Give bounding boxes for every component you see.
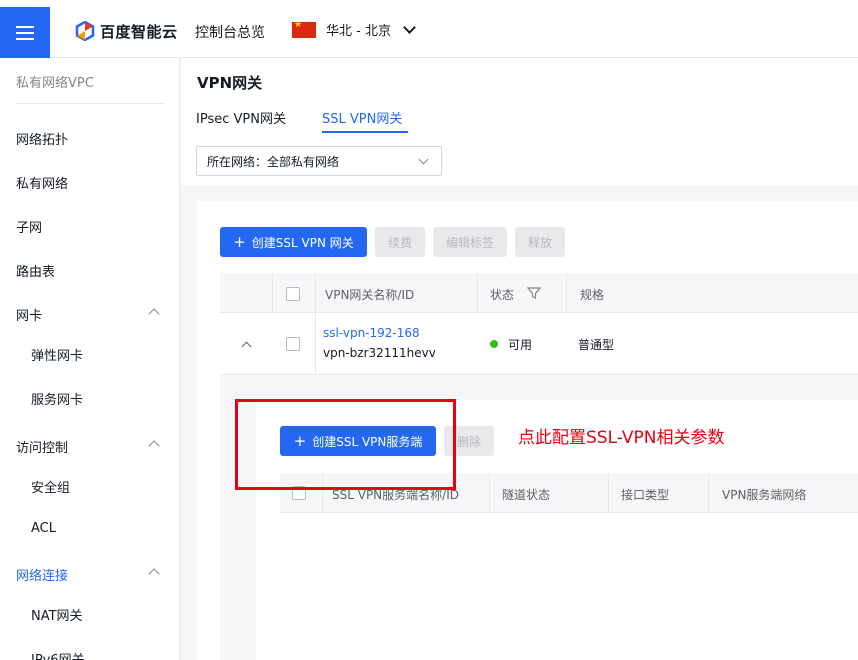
column-header-name: VPN网关名称/ID: [325, 288, 415, 302]
plus-icon: +: [233, 233, 246, 251]
sidebar-item-acl[interactable]: ACL: [31, 521, 56, 536]
region-selector[interactable]: 华北 - 北京: [292, 20, 416, 39]
sidebar-item-access-control[interactable]: 访问控制: [16, 437, 68, 456]
release-button[interactable]: 释放: [515, 227, 565, 257]
sidebar-item-nat-gateway[interactable]: NAT网关: [31, 605, 83, 624]
column-header-tunnel-status: 隧道状态: [502, 488, 551, 502]
table-row: ssl-vpn-192-168 vpn-bzr32111hevv 可用 普通型: [220, 313, 858, 375]
column-divider: [566, 273, 567, 313]
brand-name: 百度智能云: [100, 22, 178, 41]
sidebar-item-elastic-nic[interactable]: 弹性网卡: [31, 345, 83, 364]
select-all-checkbox[interactable]: [286, 287, 300, 301]
sidebar-item-subnet[interactable]: 子网: [16, 217, 42, 236]
sidebar-item-network-connection[interactable]: 网络连接: [16, 565, 68, 584]
gateway-spec: 普通型: [578, 338, 615, 352]
filter-icon[interactable]: [527, 286, 541, 300]
status-badge: 可用: [508, 338, 533, 352]
sidebar: 私有网络VPC 网络拓扑 私有网络 子网 路由表 网卡 弹性网卡 服务网卡 访问…: [0, 58, 180, 660]
sidebar-item-topology[interactable]: 网络拓扑: [16, 129, 68, 148]
column-header-status: 状态: [490, 288, 515, 302]
column-divider: [477, 273, 478, 313]
region-label: 华北 - 北京: [326, 24, 391, 39]
column-divider: [489, 473, 490, 513]
sidebar-item-service-nic[interactable]: 服务网卡: [31, 389, 83, 408]
collapse-row-icon[interactable]: [241, 341, 252, 352]
column-header-spec: 规格: [580, 288, 605, 302]
china-flag-icon: [292, 20, 316, 38]
column-divider: [708, 473, 709, 513]
sidebar-item-ipv6-gateway[interactable]: IPv6网关: [31, 649, 85, 660]
sidebar-title: 私有网络VPC: [16, 76, 94, 91]
gateway-name-link[interactable]: ssl-vpn-192-168: [323, 326, 420, 340]
network-filter-select[interactable]: 所在网络：全部私有网络: [196, 146, 442, 176]
column-divider: [608, 473, 609, 513]
sidebar-item-nic[interactable]: 网卡: [16, 305, 42, 324]
column-divider: [315, 313, 316, 375]
status-ok-icon: [490, 340, 498, 348]
annotation-text: 点此配置SSL-VPN相关参数: [518, 428, 725, 448]
column-header-interface-type: 接口类型: [621, 488, 670, 502]
sidebar-item-route-table[interactable]: 路由表: [16, 261, 55, 280]
page-title: VPN网关: [197, 74, 263, 92]
gateway-id: vpn-bzr32111hevv: [323, 346, 436, 360]
baidu-cloud-logo-icon: [75, 21, 95, 41]
highlight-box: [235, 399, 456, 490]
sidebar-item-vpc[interactable]: 私有网络: [16, 173, 68, 192]
hamburger-icon: [16, 25, 34, 40]
chevron-up-icon[interactable]: [148, 440, 160, 452]
column-divider: [315, 273, 316, 313]
top-bar: 百度智能云 控制台总览 华北 - 北京: [0, 0, 858, 58]
tab-ipsec-vpn[interactable]: IPsec VPN网关: [196, 108, 286, 127]
chevron-down-icon: [403, 21, 416, 34]
chevron-down-icon: [418, 154, 429, 165]
menu-button[interactable]: [0, 7, 50, 58]
column-header-server-network: VPN服务端网络: [722, 488, 807, 502]
console-overview-link[interactable]: 控制台总览: [195, 22, 265, 42]
tab-ssl-vpn[interactable]: SSL VPN网关: [322, 108, 402, 127]
row-checkbox[interactable]: [286, 337, 300, 351]
sidebar-divider: [16, 103, 165, 104]
page-header: VPN网关 IPsec VPN网关 SSL VPN网关 所在网络：全部私有网络: [181, 58, 858, 185]
chevron-up-icon[interactable]: [148, 568, 160, 580]
gateway-table-header: VPN网关名称/ID 状态 规格: [220, 273, 858, 313]
sidebar-item-security-group[interactable]: 安全组: [31, 477, 70, 496]
chevron-up-icon[interactable]: [148, 308, 160, 320]
renew-button[interactable]: 续费: [375, 227, 425, 257]
column-divider: [272, 273, 273, 313]
create-ssl-vpn-gateway-button[interactable]: + 创建SSL VPN 网关: [220, 227, 367, 257]
edit-tags-button[interactable]: 编辑标签: [433, 227, 507, 257]
network-filter-value: 所在网络：全部私有网络: [207, 154, 340, 169]
active-tab-indicator: [322, 131, 408, 133]
brand-logo[interactable]: 百度智能云: [75, 20, 178, 42]
